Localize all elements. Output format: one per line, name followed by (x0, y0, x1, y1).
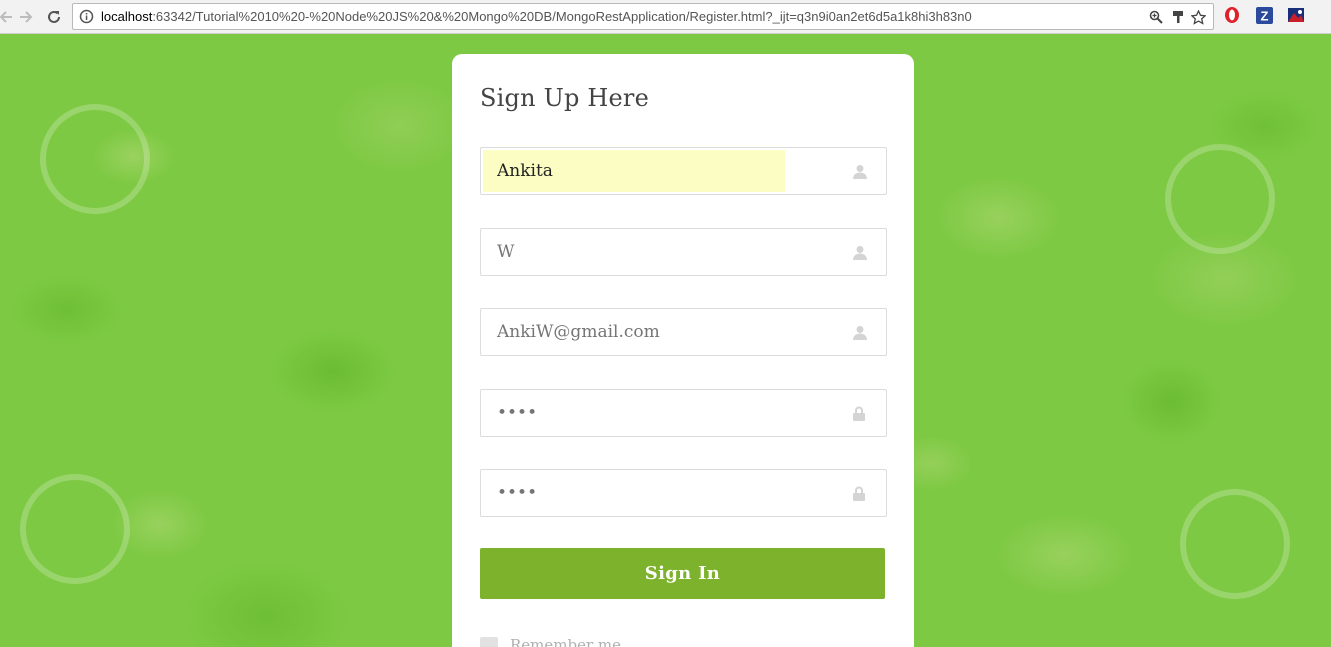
first-name-input[interactable] (481, 148, 886, 194)
last-name-input[interactable] (481, 229, 886, 275)
zoom-icon[interactable] (1147, 8, 1165, 26)
info-icon[interactable] (79, 9, 94, 29)
user-icon (853, 325, 867, 341)
remember-label: Remember me (510, 636, 622, 647)
svg-text:Z: Z (1260, 8, 1268, 23)
lock-icon (853, 406, 867, 422)
url-text[interactable]: localhost:63342/Tutorial%2010%20-%20Node… (101, 9, 972, 24)
address-bar[interactable]: localhost:63342/Tutorial%2010%20-%20Node… (72, 3, 1214, 30)
lock-icon (853, 486, 867, 502)
watermark-logo (20, 474, 130, 584)
browser-toolbar: localhost:63342/Tutorial%2010%20-%20Node… (0, 0, 1331, 34)
z-extension-icon[interactable]: Z (1255, 6, 1273, 24)
user-icon (853, 164, 867, 180)
url-host: localhost (101, 9, 153, 24)
watermark-logo (1165, 144, 1275, 254)
watermark-logo (40, 104, 150, 214)
opera-icon[interactable] (1223, 6, 1241, 24)
email-field[interactable] (480, 308, 887, 356)
extension-icon[interactable] (1287, 6, 1305, 24)
email-input[interactable] (481, 309, 886, 355)
forward-arrow-icon[interactable] (14, 5, 38, 29)
form-title: Sign Up Here (480, 84, 649, 112)
signup-card: Sign Up Here Sign In (452, 54, 914, 647)
remember-checkbox[interactable] (480, 637, 498, 647)
confirm-password-input[interactable] (481, 470, 886, 516)
paint-brush-icon[interactable] (1169, 8, 1187, 26)
star-icon[interactable] (1189, 8, 1207, 26)
url-path: :63342/Tutorial%2010%20-%20Node%20JS%20&… (152, 9, 972, 24)
first-name-field[interactable] (480, 147, 887, 195)
last-name-field[interactable] (480, 228, 887, 276)
confirm-password-field[interactable] (480, 469, 887, 517)
password-field[interactable] (480, 389, 887, 437)
password-input[interactable] (481, 390, 886, 436)
user-icon (853, 245, 867, 261)
reload-icon[interactable] (42, 5, 66, 29)
sign-in-button[interactable]: Sign In (480, 548, 885, 599)
watermark-logo (1180, 489, 1290, 599)
